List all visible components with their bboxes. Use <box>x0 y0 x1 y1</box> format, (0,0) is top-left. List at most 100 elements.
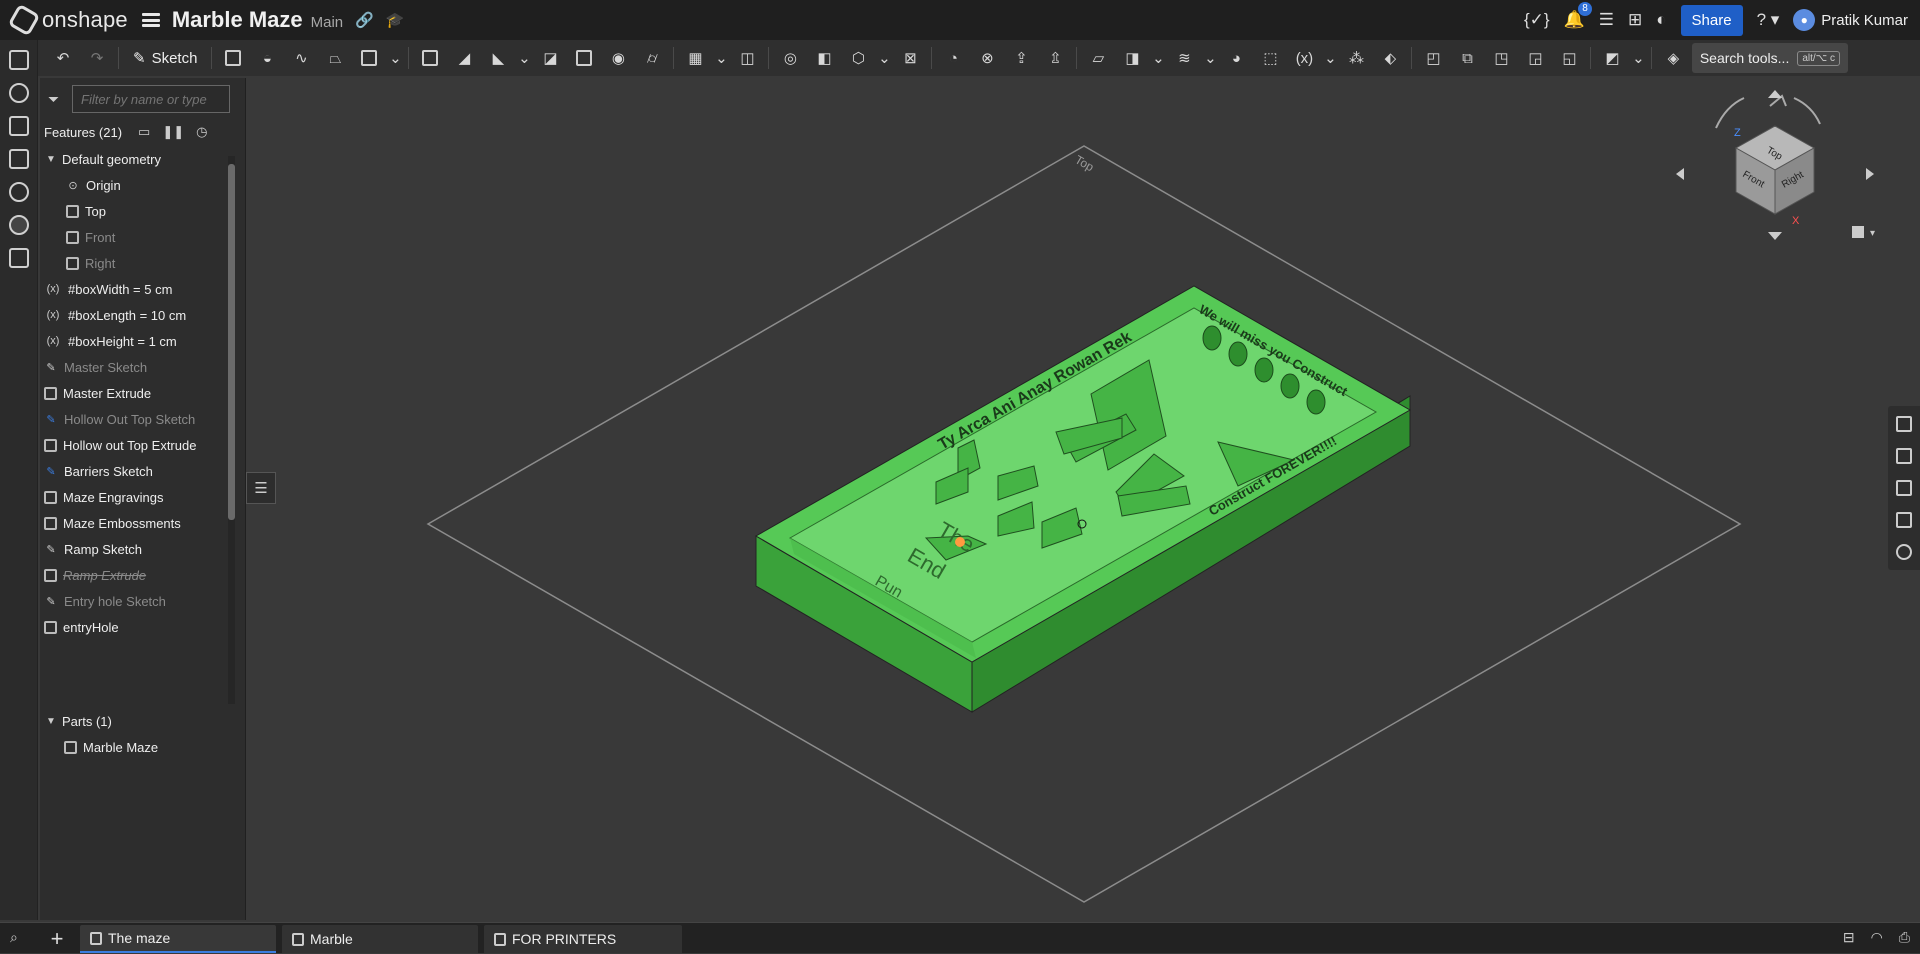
measure-icon[interactable]: ⬚ <box>1253 44 1287 72</box>
chamfer-icon[interactable]: ◢ <box>447 44 481 72</box>
feature-item[interactable]: entryHole <box>40 614 230 640</box>
add-tab-button[interactable]: + <box>40 923 74 954</box>
feature-list-scrollbar[interactable] <box>228 156 235 704</box>
appearance-panel-icon[interactable] <box>1896 416 1912 432</box>
feature-item[interactable]: Right <box>40 250 230 276</box>
boolean-icon[interactable]: ◎ <box>773 44 807 72</box>
parts-panel-icon[interactable] <box>1896 448 1912 464</box>
share-button[interactable]: Share <box>1680 4 1743 36</box>
document-title[interactable]: Marble Maze <box>172 7 303 33</box>
variables-icon[interactable]: {✓} <box>1524 10 1550 30</box>
feature-item[interactable]: ▼ Default geometry <box>40 146 230 172</box>
dropdown-icon[interactable]: ⌄ <box>386 44 404 72</box>
fillet-icon[interactable] <box>413 44 447 72</box>
flange-icon[interactable]: ⧉ <box>1450 44 1484 72</box>
feature-item[interactable]: (x) #boxHeight = 1 cm <box>40 328 230 354</box>
tab-marble[interactable]: Marble <box>282 925 478 953</box>
split-icon[interactable]: ◧ <box>807 44 841 72</box>
timer-icon[interactable]: ◷ <box>196 124 207 140</box>
help-button[interactable]: ? ▾ <box>1757 10 1780 30</box>
feature-item[interactable]: (x) #boxLength = 10 cm <box>40 302 230 328</box>
app-store-icon[interactable]: ⊞ <box>1628 10 1642 30</box>
bom-icon[interactable] <box>9 248 29 268</box>
draft-icon[interactable]: ◣ <box>481 44 515 72</box>
bend-icon[interactable]: ◲ <box>1518 44 1552 72</box>
tab-icon[interactable]: ◳ <box>1484 44 1518 72</box>
thicken-icon[interactable] <box>352 44 386 72</box>
dropdown-icon[interactable]: ⌄ <box>1629 44 1647 72</box>
feature-item[interactable]: Master Extrude <box>40 380 230 406</box>
mass-properties-icon[interactable] <box>1896 480 1912 496</box>
feature-item[interactable]: Maze Embossments <box>40 510 230 536</box>
feature-item[interactable]: ✎ Master Sketch <box>40 354 230 380</box>
feature-item[interactable]: Top <box>40 198 230 224</box>
tab-the-maze[interactable]: The maze <box>80 925 276 953</box>
dropdown-icon[interactable]: ⌄ <box>1201 44 1219 72</box>
delete-part-icon[interactable]: ⊠ <box>893 44 927 72</box>
plane-icon[interactable]: ▱ <box>1081 44 1115 72</box>
notifications-icon[interactable]: 🔔 8 <box>1564 2 1592 30</box>
document-list-icon[interactable]: ☰ <box>1599 10 1614 30</box>
variables-panel-icon[interactable] <box>1896 544 1912 560</box>
sketch-button[interactable]: ✎ Sketch <box>123 44 207 72</box>
feature-item[interactable]: ✎ Barriers Sketch <box>40 458 230 484</box>
user-menu[interactable]: ● Pratik Kumar <box>1793 9 1908 31</box>
dropdown-icon[interactable]: ⌄ <box>712 44 730 72</box>
print-icon[interactable]: ⎙ <box>1899 929 1910 946</box>
history-icon[interactable] <box>9 182 29 202</box>
model-canvas[interactable]: Top Ty Arca Ani Anay Rowan Rek We will m… <box>246 76 1920 920</box>
learning-center-icon[interactable]: ◐ <box>1656 10 1666 30</box>
feature-item[interactable]: ⊙ Origin <box>40 172 230 198</box>
onshape-logo[interactable]: onshape <box>7 3 128 37</box>
tab-for-printers[interactable]: FOR PRINTERS <box>484 925 682 953</box>
tolerance-icon[interactable]: ◠ <box>1871 929 1883 946</box>
pause-icon[interactable]: ❚❚ <box>162 124 184 140</box>
section-icon[interactable]: ◕ <box>1219 44 1253 72</box>
chevron-down-icon[interactable]: ▼ <box>46 154 56 165</box>
appearance-icon[interactable] <box>9 215 29 235</box>
move-face-icon[interactable]: ⇪ <box>1004 44 1038 72</box>
mirror-icon[interactable]: ◫ <box>730 44 764 72</box>
shell-icon[interactable] <box>567 44 601 72</box>
notes-icon[interactable] <box>9 149 29 169</box>
configurations-icon[interactable] <box>1896 512 1912 528</box>
helix-icon[interactable]: ≋ <box>1167 44 1201 72</box>
search-icon[interactable]: ⌕ <box>10 929 18 946</box>
branch-label[interactable]: Main <box>311 14 344 31</box>
extrude-icon[interactable] <box>216 44 250 72</box>
variable-icon[interactable]: (x) <box>1287 44 1321 72</box>
view-cube[interactable]: Top Front Right Z X ▾ <box>1676 90 1875 240</box>
education-icon[interactable]: 🎓 <box>386 11 405 29</box>
loft-icon[interactable]: ⏢ <box>318 44 352 72</box>
replace-face-icon[interactable]: ⇫ <box>1038 44 1072 72</box>
menu-icon[interactable] <box>141 13 160 27</box>
hole-icon[interactable]: ◉ <box>601 44 635 72</box>
filter-icon[interactable]: ⏷ <box>48 91 64 107</box>
redo-icon[interactable]: ↷ <box>80 44 114 72</box>
graphics-viewport[interactable]: Top Ty Arca Ani Anay Rowan Rek We will m… <box>246 76 1920 920</box>
search-tools-button[interactable]: Search tools... alt/⌥ c <box>1691 43 1848 73</box>
feature-item[interactable]: Front <box>40 224 230 250</box>
mate-connector-icon[interactable]: ◨ <box>1115 44 1149 72</box>
link-icon[interactable]: 🔗 <box>355 11 374 29</box>
new-folder-icon[interactable]: ▭ <box>138 124 150 140</box>
undo-icon[interactable]: ↶ <box>46 44 80 72</box>
dropdown-icon[interactable]: ⌄ <box>515 44 533 72</box>
revolve-icon[interactable]: ◒ <box>250 44 284 72</box>
feature-item[interactable]: ✎ Ramp Sketch <box>40 536 230 562</box>
transform-icon[interactable]: ⬡ <box>841 44 875 72</box>
filter-input[interactable] <box>72 85 230 113</box>
comments-icon[interactable] <box>9 116 29 136</box>
pattern-icon[interactable]: ▦ <box>678 44 712 72</box>
sweep-icon[interactable]: ∿ <box>284 44 318 72</box>
units-icon[interactable]: ⊟ <box>1843 929 1855 946</box>
feature-item[interactable]: Maze Engravings <box>40 484 230 510</box>
insert-icon[interactable] <box>9 83 29 103</box>
feature-item[interactable]: Hollow out Top Extrude <box>40 432 230 458</box>
modify-fillet-icon[interactable]: ◔ <box>936 44 970 72</box>
feature-item[interactable]: ✎ Hollow Out Top Sketch <box>40 406 230 432</box>
dropdown-icon[interactable]: ⌄ <box>875 44 893 72</box>
feature-item[interactable]: Ramp Extrude <box>40 562 230 588</box>
parts-header[interactable]: ▼ Parts (1) <box>40 708 112 734</box>
dropdown-icon[interactable]: ⌄ <box>1149 44 1167 72</box>
